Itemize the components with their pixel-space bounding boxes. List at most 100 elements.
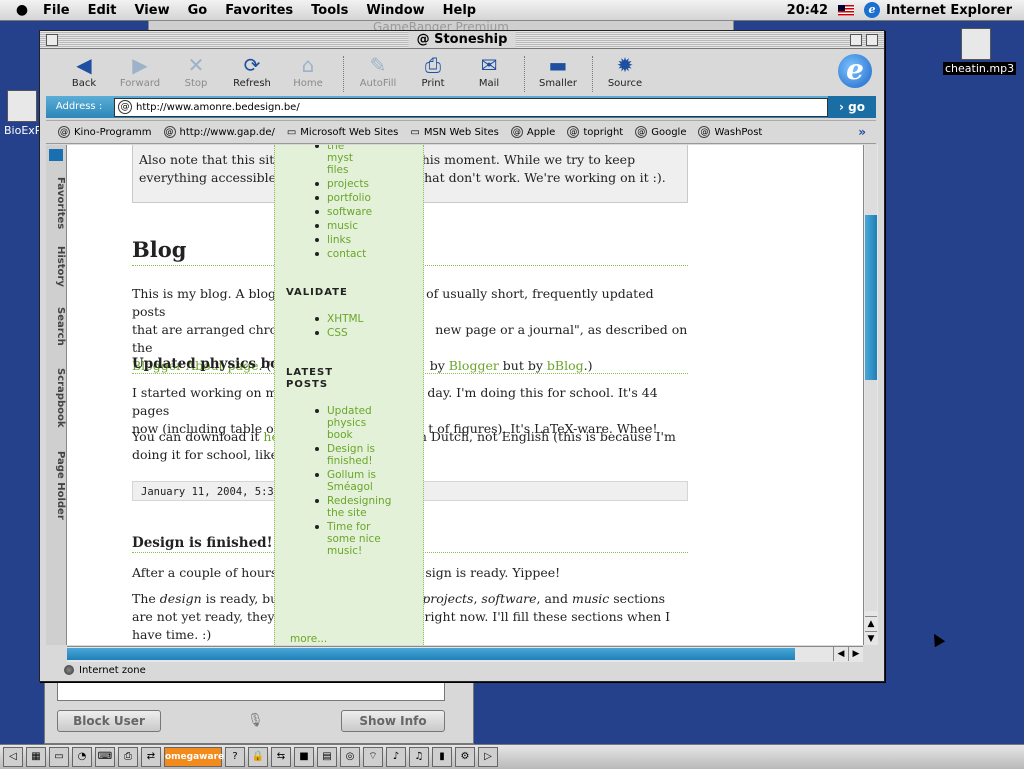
extensions-icon[interactable]: ⚙ (455, 747, 475, 767)
menu-favorites[interactable]: Favorites (216, 3, 302, 18)
more-posts-link[interactable]: more... (290, 633, 327, 645)
menu-go[interactable]: Go (179, 3, 217, 18)
desktop-icon-bioexp[interactable]: BioExP (2, 90, 44, 137)
back-button[interactable]: ◀ Back (56, 52, 112, 89)
sidebar-nav-item[interactable]: links (315, 234, 417, 246)
more-favorites-chevron-icon[interactable]: » (858, 125, 866, 139)
stop-button[interactable]: ✕ Stop (168, 52, 224, 89)
favorite-washpost[interactable]: @ WashPost (698, 126, 762, 138)
latest-post-link[interactable]: Redesigning the site (315, 495, 399, 519)
sidebar-nav-item[interactable]: the myst files (315, 145, 367, 176)
page-content[interactable]: Also note that this site his moment. Whil… (67, 145, 863, 645)
battery-icon[interactable]: ▮ (432, 747, 452, 767)
menu-file[interactable]: File (34, 3, 79, 18)
validate-link[interactable]: CSS (315, 327, 417, 339)
network-icon[interactable]: ⇆ (271, 747, 291, 767)
menu-edit[interactable]: Edit (79, 3, 126, 18)
speaker-icon[interactable]: ♪ (386, 747, 406, 767)
tab-page-holder[interactable]: Page Holder (46, 449, 66, 521)
airport-icon[interactable]: ⌔ (363, 747, 383, 767)
printer-icon[interactable]: ⎙ (118, 747, 138, 767)
site-icon: @ (58, 126, 70, 138)
collapse-box-icon[interactable] (866, 34, 878, 46)
lock-icon[interactable]: 🔒 (248, 747, 268, 767)
keyboard-flag-icon[interactable] (838, 4, 855, 16)
menu-view[interactable]: View (125, 3, 178, 18)
smaller-label: Smaller (538, 78, 578, 89)
sidebar-nav-item[interactable]: contact (315, 248, 417, 260)
horizontal-scroll-thumb[interactable] (67, 648, 795, 660)
block-user-button[interactable]: Block User (57, 710, 161, 732)
show-info-button[interactable]: Show Info (341, 710, 445, 732)
favorites-bar: @ Kino-Programm @ http://www.gap.de/ ▭ Micr… (46, 120, 876, 144)
cd-icon[interactable]: ◎ (340, 747, 360, 767)
vertical-scrollbar[interactable]: ▲ ▼ (863, 145, 878, 645)
clock-icon[interactable]: ◔ (72, 747, 92, 767)
file-sharing-icon[interactable]: ⇄ (141, 747, 161, 767)
favorite-label: Apple (526, 126, 556, 138)
latest-post-link[interactable]: Gollum is Sméagol (315, 469, 387, 493)
stop-label: Stop (184, 78, 208, 89)
scroll-up-arrow-icon[interactable]: ▲ (865, 616, 877, 631)
sidebar-nav-item[interactable]: music (315, 220, 417, 232)
autofill-button[interactable]: ✎ AutoFill (350, 52, 406, 89)
tab-favorites[interactable]: Favorites (46, 175, 66, 231)
color-depth-icon[interactable]: ■ (294, 747, 314, 767)
scroll-left-arrow-icon[interactable]: ◀ (833, 647, 848, 661)
chat-input-field[interactable] (57, 679, 445, 701)
explorer-bar-handle-icon[interactable] (49, 149, 63, 161)
address-input[interactable]: @ http://www.amonre.bedesign.be/ (114, 98, 828, 117)
keyboard-icon[interactable]: ⌨ (95, 747, 115, 767)
favorite-gap-de[interactable]: @ http://www.gap.de/ (163, 126, 275, 138)
desktop-icon-label: cheatin.mp3 (943, 62, 1017, 75)
favorite-topright[interactable]: @ topright (567, 126, 623, 138)
application-menu[interactable]: e Internet Explorer (864, 2, 1024, 18)
resolution-icon[interactable]: ▤ (317, 747, 337, 767)
sound-icon[interactable]: ♫ (409, 747, 429, 767)
monitor-icon[interactable]: ▭ (49, 747, 69, 767)
latest-post-link[interactable]: Design is finished! (315, 443, 387, 467)
tab-history[interactable]: History (46, 245, 66, 287)
control-strip-tab-icon[interactable]: ◁ (3, 747, 23, 767)
source-button[interactable]: ✹ Source (597, 52, 653, 89)
favorite-google[interactable]: @ Google (635, 126, 686, 138)
refresh-button[interactable]: ⟳ Refresh (224, 52, 280, 89)
microphone-icon[interactable]: 🎙 (247, 713, 264, 728)
go-button[interactable]: › go (828, 96, 876, 118)
favorite-apple[interactable]: @ Apple (510, 126, 556, 138)
scroll-right-arrow-icon[interactable]: ▶ (848, 647, 863, 661)
desktop-icon-cheatin-mp3[interactable]: cheatin.mp3 (943, 28, 1017, 75)
help-icon[interactable]: ? (225, 747, 245, 767)
print-button[interactable]: ⎙ Print (405, 52, 461, 89)
sidebar-nav-item[interactable]: portfolio (315, 192, 417, 204)
scroll-down-arrow-icon[interactable]: ▼ (865, 631, 877, 646)
omegaware-button[interactable]: omegaware (164, 747, 224, 767)
home-button[interactable]: ⌂ Home (280, 52, 336, 89)
window-title-bar[interactable]: @ Stoneship (40, 31, 884, 49)
menu-help[interactable]: Help (434, 3, 485, 18)
favorite-microsoft-web-sites[interactable]: ▭ Microsoft Web Sites (287, 127, 399, 138)
mail-button[interactable]: ✉ Mail (461, 52, 517, 89)
menu-tools[interactable]: Tools (302, 3, 357, 18)
appearance-icon[interactable]: ▦ (26, 747, 46, 767)
smaller-button[interactable]: ▬ Smaller (530, 52, 586, 89)
source-icon: ✹ (616, 53, 634, 77)
sidebar-nav-item[interactable]: software (315, 206, 417, 218)
sidebar-nav-item[interactable]: projects (315, 178, 417, 190)
control-strip-end-icon[interactable]: ▷ (478, 747, 498, 767)
tab-scrapbook[interactable]: Scrapbook (46, 367, 66, 429)
apple-menu-icon[interactable]: ● (10, 2, 34, 18)
validate-link[interactable]: XHTML (315, 313, 417, 325)
latest-post-link[interactable]: Time for some nice music! (315, 521, 387, 557)
favorite-msn-web-sites[interactable]: ▭ MSN Web Sites (410, 127, 498, 138)
clock[interactable]: 20:42 (777, 3, 838, 18)
tab-search[interactable]: Search (46, 305, 66, 347)
horizontal-scrollbar[interactable]: ◀ ▶ (67, 646, 863, 662)
favorite-kino-programm[interactable]: @ Kino-Programm (58, 126, 152, 138)
zoom-box-icon[interactable] (850, 34, 862, 46)
latest-post-link[interactable]: Updated physics book (315, 405, 387, 441)
close-box-icon[interactable] (46, 34, 58, 46)
menu-window[interactable]: Window (357, 3, 433, 18)
forward-button[interactable]: ▶ Forward (112, 52, 168, 89)
scroll-thumb[interactable] (865, 215, 877, 380)
